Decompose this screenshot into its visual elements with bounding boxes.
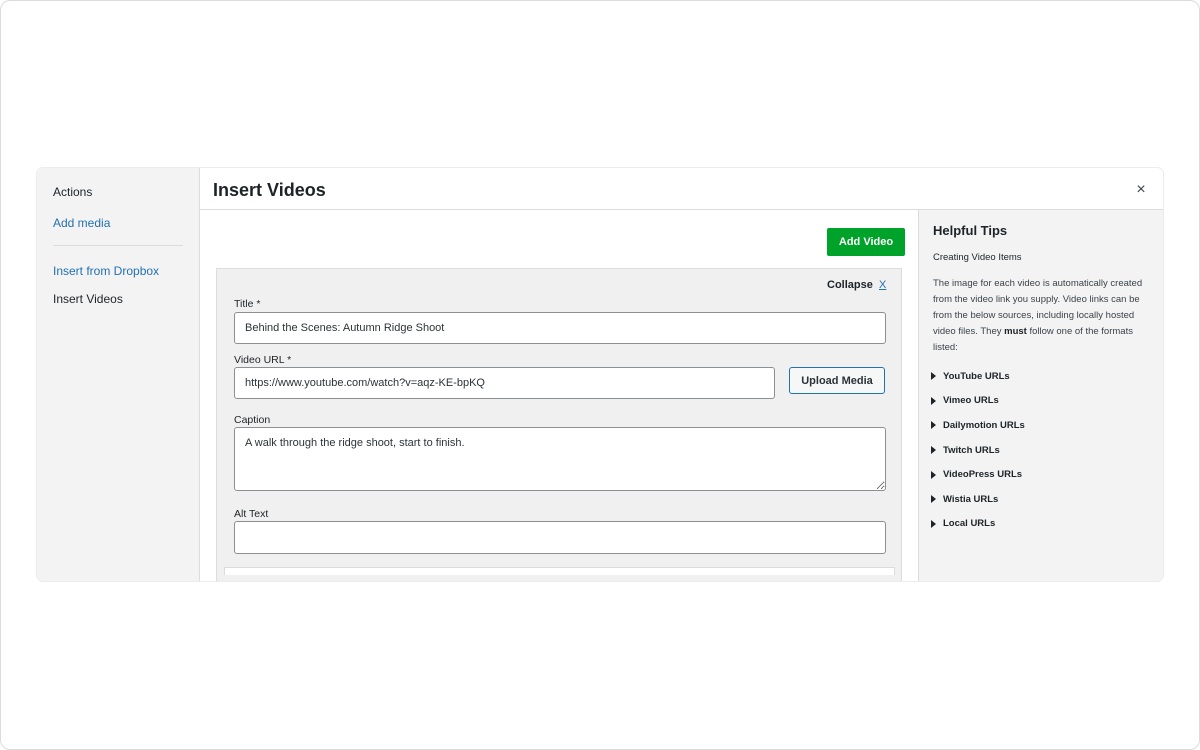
tips-description-emphasis: must bbox=[1004, 326, 1027, 337]
video-editor: Add Video Collapse X Title * Video URL *… bbox=[200, 210, 918, 581]
helpful-tips-panel: Helpful Tips Creating Video Items The im… bbox=[918, 210, 1163, 581]
tips-subtitle: Creating Video Items bbox=[933, 252, 1022, 263]
expand-triangle-icon bbox=[931, 470, 936, 479]
expand-triangle-icon bbox=[931, 396, 936, 405]
sidebar-item-insert-videos[interactable]: Insert Videos bbox=[53, 292, 123, 306]
source-item-dailymotion[interactable]: Dailymotion URLs bbox=[931, 413, 1156, 438]
source-item-wistia[interactable]: Wistia URLs bbox=[931, 487, 1156, 512]
close-icon[interactable]: × bbox=[1130, 179, 1152, 201]
source-label: Dailymotion URLs bbox=[943, 419, 1025, 431]
actions-sidebar: Actions Add media Insert from Dropbox In… bbox=[37, 168, 200, 581]
video-item-panel: Collapse X Title * Video URL * Upload Me… bbox=[216, 268, 902, 581]
source-item-videopress[interactable]: VideoPress URLs bbox=[931, 462, 1156, 487]
sidebar-item-add-media[interactable]: Add media bbox=[53, 216, 110, 230]
expand-triangle-icon bbox=[931, 421, 936, 430]
video-sources-list: YouTube URLs Vimeo URLs Dailymotion URLs… bbox=[931, 364, 1156, 536]
upload-media-button[interactable]: Upload Media bbox=[789, 367, 885, 394]
title-label: Title * bbox=[234, 298, 261, 310]
tips-description: The image for each video is automaticall… bbox=[933, 276, 1153, 356]
caption-label: Caption bbox=[234, 414, 271, 426]
video-url-input[interactable] bbox=[234, 367, 775, 399]
sidebar-item-insert-from-dropbox[interactable]: Insert from Dropbox bbox=[53, 264, 159, 278]
sidebar-divider bbox=[53, 245, 183, 246]
expand-triangle-icon bbox=[931, 519, 936, 528]
insert-videos-modal: Actions Add media Insert from Dropbox In… bbox=[37, 168, 1163, 581]
alt-text-label: Alt Text bbox=[234, 508, 269, 520]
video-url-label: Video URL * bbox=[234, 354, 292, 366]
source-item-twitch[interactable]: Twitch URLs bbox=[931, 438, 1156, 463]
next-item-panel-edge bbox=[224, 567, 895, 575]
source-label: Vimeo URLs bbox=[943, 395, 999, 407]
add-video-button[interactable]: Add Video bbox=[827, 228, 905, 256]
source-item-youtube[interactable]: YouTube URLs bbox=[931, 364, 1156, 389]
title-input[interactable] bbox=[234, 312, 886, 344]
source-label: VideoPress URLs bbox=[943, 469, 1023, 481]
source-item-local[interactable]: Local URLs bbox=[931, 512, 1156, 537]
source-label: Twitch URLs bbox=[943, 444, 1000, 456]
collapse-button[interactable]: Collapse bbox=[827, 279, 873, 291]
tips-title: Helpful Tips bbox=[933, 223, 1008, 238]
expand-triangle-icon bbox=[931, 495, 936, 504]
expand-triangle-icon bbox=[931, 372, 936, 381]
expand-triangle-icon bbox=[931, 446, 936, 455]
source-label: Wistia URLs bbox=[943, 493, 999, 505]
sidebar-heading: Actions bbox=[53, 185, 93, 199]
source-item-vimeo[interactable]: Vimeo URLs bbox=[931, 389, 1156, 414]
remove-item-link[interactable]: X bbox=[879, 279, 886, 291]
caption-textarea[interactable]: A walk through the ridge shoot, start to… bbox=[234, 427, 886, 491]
alt-text-input[interactable] bbox=[234, 521, 886, 554]
source-label: Local URLs bbox=[943, 518, 996, 530]
source-label: YouTube URLs bbox=[943, 370, 1010, 382]
modal-title: Insert Videos bbox=[213, 180, 326, 200]
